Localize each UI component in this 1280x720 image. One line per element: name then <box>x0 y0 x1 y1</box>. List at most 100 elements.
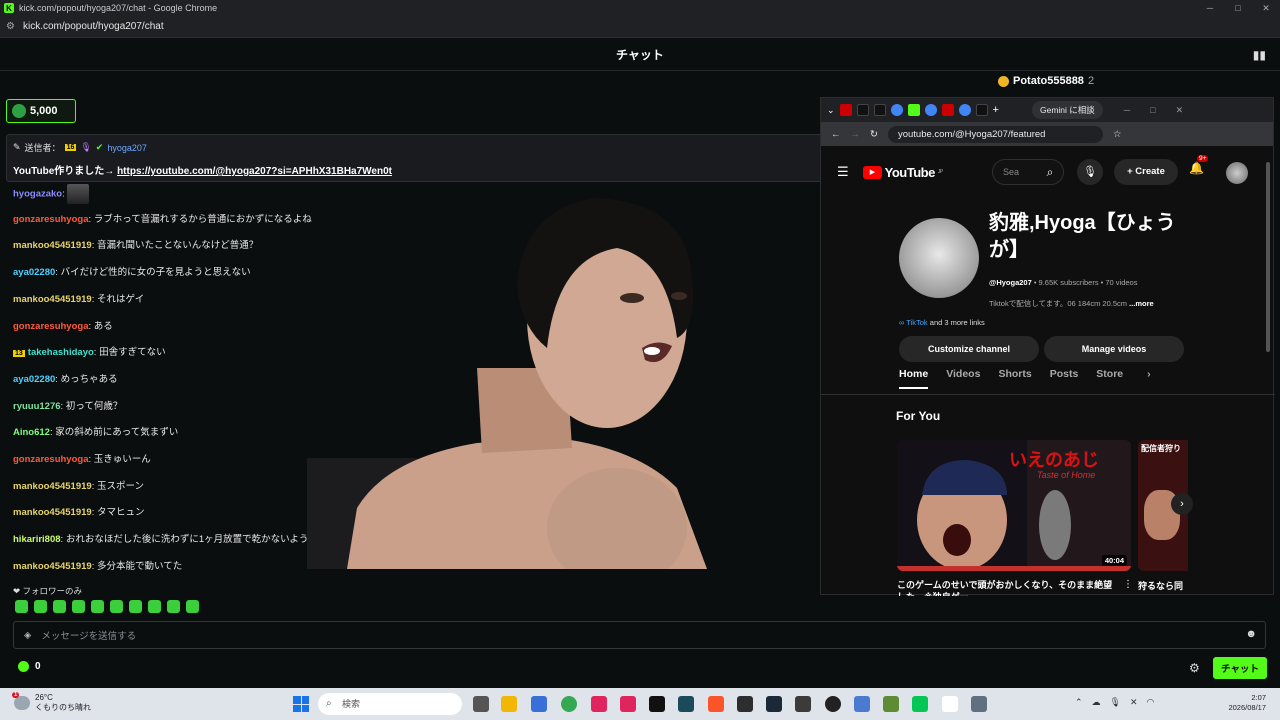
emote-icon[interactable] <box>167 600 180 613</box>
search-icon[interactable]: ⌕ <box>1034 159 1066 185</box>
tab-store[interactable]: Store <box>1096 368 1123 389</box>
tab-kick[interactable] <box>907 104 920 116</box>
channel-description[interactable]: Tiktokで配信してます。06 184cm 20.5cm ...more <box>989 298 1154 309</box>
network-icon[interactable]: ☁ <box>1092 697 1101 708</box>
tab-posts[interactable]: Posts <box>1050 368 1079 389</box>
back-icon[interactable]: ← <box>831 129 841 140</box>
emoji-icon[interactable]: ☻ <box>1245 628 1257 640</box>
yt-window-controls[interactable]: ─□✕ <box>1124 105 1203 116</box>
menu-icon[interactable]: ☰ <box>837 164 849 180</box>
carousel-next-icon[interactable]: › <box>1171 493 1193 515</box>
chat-username[interactable]: hikariri808 <box>13 534 61 545</box>
tab-shorts[interactable]: Shorts <box>998 368 1031 389</box>
more-link[interactable]: ...more <box>1129 299 1154 308</box>
settings-icon[interactable] <box>971 696 987 712</box>
site-info-icon[interactable]: ⚙ <box>6 21 15 32</box>
youtube-logo[interactable]: ▶ YouTube JP <box>862 165 943 180</box>
chat-username[interactable]: gonzaresuhyoga <box>13 454 89 465</box>
emote-icon[interactable] <box>53 600 66 613</box>
app-icon[interactable] <box>795 696 811 712</box>
emote-icon[interactable] <box>129 600 142 613</box>
tabs-next-icon[interactable]: › <box>1147 368 1151 389</box>
close-button[interactable]: ✕ <box>1252 0 1280 16</box>
emote-icon[interactable] <box>148 600 161 613</box>
chat-username[interactable]: mankoo45451919 <box>13 481 92 492</box>
app-icon[interactable] <box>678 696 694 712</box>
send-chat-button[interactable]: チャット <box>1213 657 1267 679</box>
show-hidden-icons[interactable]: ⌃ <box>1075 697 1083 708</box>
app-icon[interactable] <box>854 696 870 712</box>
tab-videos[interactable]: Videos <box>946 368 980 389</box>
tab-youtube[interactable] <box>941 104 954 116</box>
notifications-bell-icon[interactable]: 🔔 9+ <box>1189 155 1209 175</box>
chat-username[interactable]: ryuuu1276 <box>13 401 61 412</box>
emote-icon[interactable] <box>34 600 47 613</box>
address-bar[interactable]: ⚙ kick.com/popout/hyoga207/chat <box>0 16 1280 38</box>
tab-search-icon[interactable]: ⌄ <box>827 105 835 116</box>
youtube-url[interactable]: youtube.com/@Hyoga207/featured <box>887 125 1103 143</box>
chat-username[interactable]: takehashidayo <box>28 347 94 358</box>
chat-username[interactable]: aya02280 <box>13 267 55 278</box>
chat-username[interactable]: gonzaresuhyoga <box>13 214 89 225</box>
forward-icon[interactable]: → <box>851 129 861 140</box>
brave-icon[interactable] <box>708 696 724 712</box>
app-icon[interactable] <box>591 696 607 712</box>
volume-icon[interactable]: ✕ <box>1130 697 1138 708</box>
tiktok-link[interactable]: TikTok <box>906 318 927 327</box>
scrollbar-thumb[interactable] <box>1266 162 1270 352</box>
mic-icon[interactable]: 🎙 <box>1110 697 1121 708</box>
chat-username[interactable]: mankoo45451919 <box>13 507 92 518</box>
chat-input[interactable]: ◈ メッセージを送信する ☻ <box>13 621 1266 649</box>
app-icon[interactable] <box>942 696 958 712</box>
bookmark-icon[interactable]: ☆ <box>1113 129 1122 140</box>
video-thumbnail-1[interactable]: いえのあじ Taste of Home 40:04 <box>897 440 1131 571</box>
chrome-icon[interactable] <box>561 696 577 712</box>
tab-google[interactable] <box>890 104 903 116</box>
minimize-button[interactable]: ─ <box>1196 0 1224 16</box>
users-icon[interactable]: ▮▮ <box>1253 48 1266 62</box>
manage-videos-button[interactable]: Manage videos <box>1044 336 1184 362</box>
video-options-icon[interactable]: ⋮ <box>1123 579 1133 590</box>
tiktok-icon[interactable] <box>620 696 636 712</box>
weather-widget[interactable]: 1 26°C くもりのち晴れ <box>12 692 91 713</box>
tab-tiktok[interactable] <box>856 104 869 116</box>
tab-google[interactable] <box>924 104 937 116</box>
line-icon[interactable] <box>912 696 928 712</box>
emote-icon[interactable] <box>186 600 199 613</box>
emote-icon[interactable] <box>15 600 28 613</box>
account-avatar[interactable] <box>1226 162 1248 184</box>
wifi-icon[interactable]: ◠ <box>1147 697 1155 708</box>
more-links[interactable]: and 3 more links <box>928 318 985 327</box>
video-title-2[interactable]: 狩るなら同 <box>1138 579 1188 596</box>
steam-icon[interactable] <box>766 696 782 712</box>
pinned-username[interactable]: hyoga207 <box>107 143 147 153</box>
chat-username[interactable]: Aino612 <box>13 427 50 438</box>
minecraft-icon[interactable] <box>883 696 899 712</box>
clock[interactable]: 2:07 2026/08/17 <box>1228 693 1266 713</box>
app-icon[interactable] <box>649 696 665 712</box>
pinned-link[interactable]: https://youtube.com/@hyoga207?si=APHhX31… <box>117 166 392 177</box>
emote-icon[interactable] <box>72 600 85 613</box>
emote-icon[interactable] <box>91 600 104 613</box>
gemini-button[interactable]: Gemini に相談 <box>1031 101 1103 119</box>
tab-tiktok[interactable] <box>975 104 988 116</box>
start-button[interactable] <box>293 696 309 712</box>
chat-username[interactable]: aya02280 <box>13 374 55 385</box>
video-title-1[interactable]: このゲームのせいで頭がおかしくなり、そのまま絶望した…※独自ゲー <box>897 579 1121 596</box>
tab-tiktok[interactable] <box>873 104 886 116</box>
chat-username[interactable]: mankoo45451919 <box>13 561 92 572</box>
youtube-scrollbar[interactable] <box>1266 152 1272 592</box>
kicks-balance-button[interactable]: 5,000 <box>6 99 76 123</box>
tab-youtube[interactable] <box>839 104 852 116</box>
new-tab-icon[interactable]: + <box>993 104 999 116</box>
chat-username[interactable]: hyogazako <box>13 189 62 200</box>
chat-settings-icon[interactable]: ⚙ <box>1189 661 1200 675</box>
chat-username[interactable]: mankoo45451919 <box>13 294 92 305</box>
file-explorer-icon[interactable] <box>501 696 517 712</box>
maximize-button[interactable]: □ <box>1224 0 1252 16</box>
chat-username[interactable]: mankoo45451919 <box>13 240 92 251</box>
customize-channel-button[interactable]: Customize channel <box>899 336 1039 362</box>
taskbar-search[interactable]: ⌕ 検索 <box>318 693 462 715</box>
tab-home[interactable]: Home <box>899 368 929 389</box>
app-icon[interactable] <box>737 696 753 712</box>
